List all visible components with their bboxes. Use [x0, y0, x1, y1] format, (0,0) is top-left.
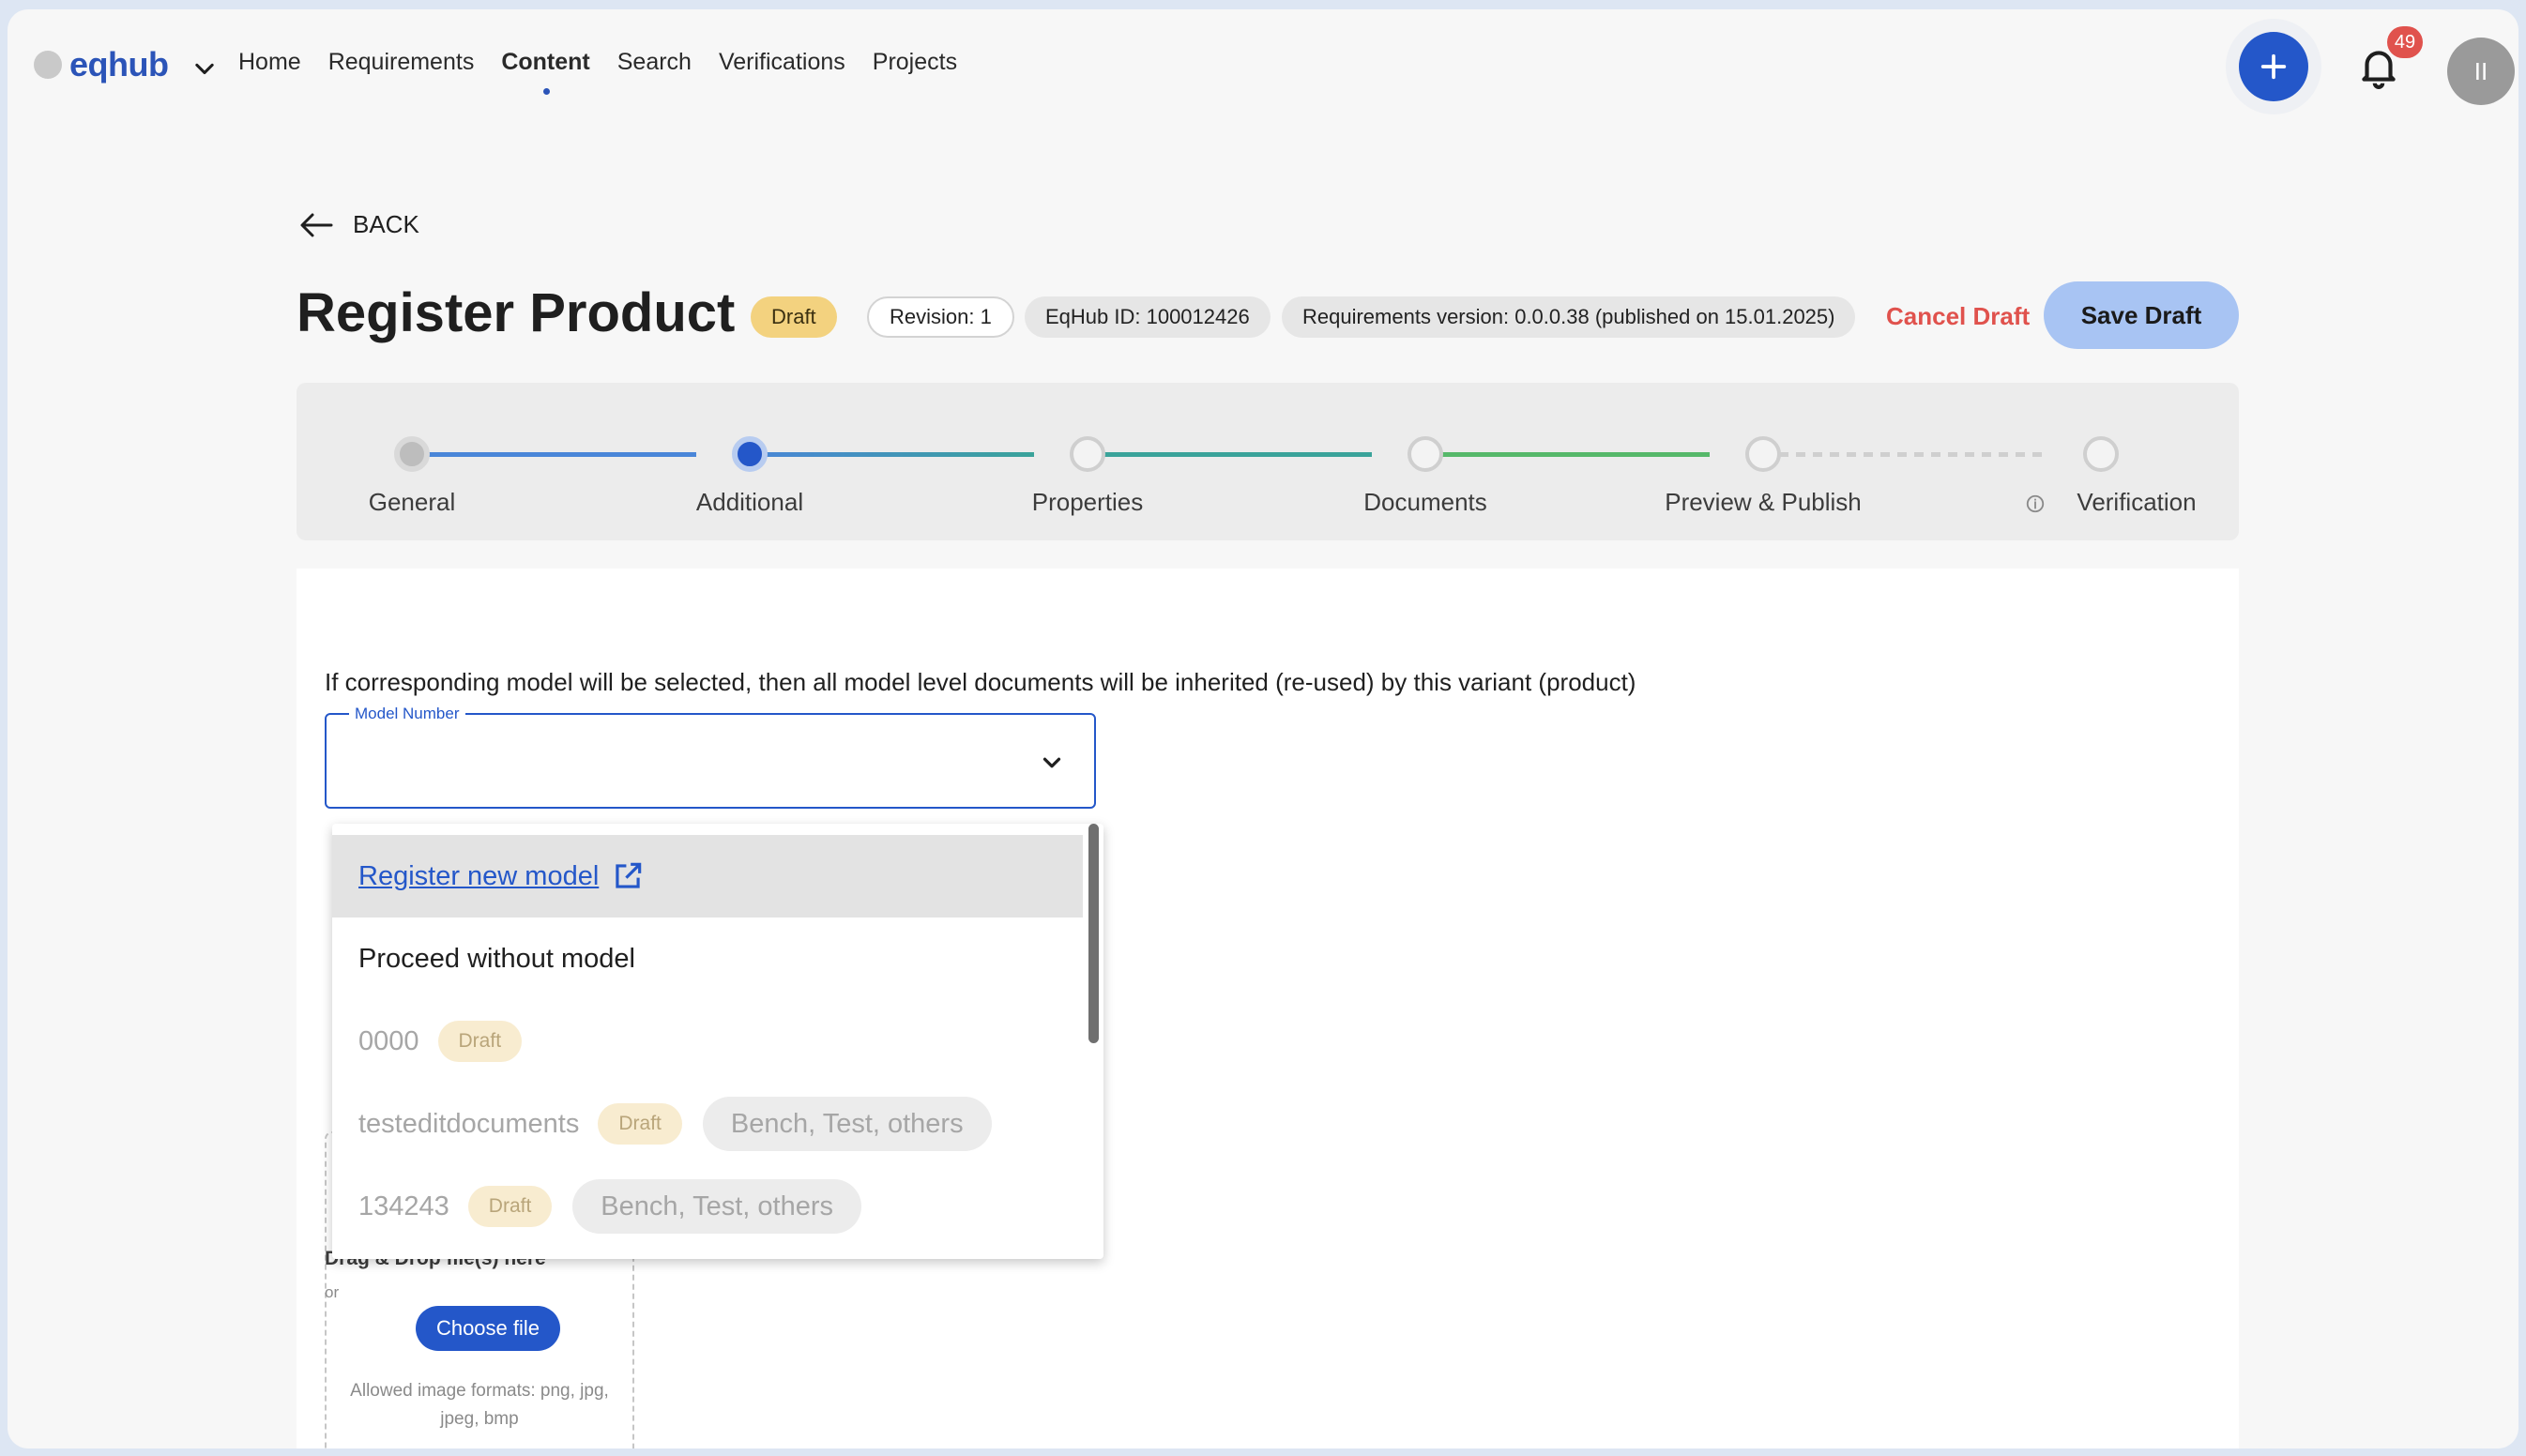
logo-text: eqhub [69, 45, 169, 83]
step-label-preview-publish[interactable]: Preview & Publish [1665, 488, 1862, 517]
dropzone-or: or [325, 1283, 340, 1301]
step-connector [1424, 452, 1710, 457]
model-option-status: Draft [598, 1103, 682, 1145]
plus-icon [2260, 53, 2287, 80]
step-connector [749, 452, 1034, 457]
model-option-name: 0000 [358, 1025, 419, 1056]
info-icon [2026, 494, 2045, 513]
nav-link-verifications[interactable]: Verifications [719, 49, 845, 76]
nav-link-content[interactable]: Content [501, 49, 590, 95]
step-additional-indicator[interactable] [732, 436, 768, 472]
step-label-general[interactable]: General [369, 488, 456, 517]
step-verification-indicator[interactable] [2083, 436, 2119, 472]
requirements-version-badge: Requirements version: 0.0.0.38 (publishe… [1282, 296, 1856, 338]
model-option[interactable]: 134243 Draft Bench, Test, others [332, 1165, 1083, 1248]
step-label-additional[interactable]: Additional [696, 488, 803, 517]
nav-link-requirements[interactable]: Requirements [328, 49, 475, 76]
step-documents-indicator[interactable] [1408, 436, 1443, 472]
proceed-without-model-option[interactable]: Proceed without model [332, 918, 1083, 1000]
step-label-properties[interactable]: Properties [1032, 488, 1144, 517]
dropdown-scrollbar[interactable] [1088, 824, 1099, 1043]
model-option-category: Bench, Test, others [572, 1179, 862, 1234]
register-new-model-link[interactable]: Register new model [358, 861, 599, 892]
revision-badge: Revision: 1 [867, 296, 1014, 338]
model-number-label: Model Number [349, 705, 465, 723]
step-preview-indicator[interactable] [1745, 436, 1781, 472]
model-option-name: testeditdocuments [358, 1108, 580, 1139]
model-option-category: Bench, Test, others [702, 1097, 992, 1151]
step-connector [411, 452, 696, 457]
status-badge: Draft [751, 296, 837, 338]
model-inheritance-info: If corresponding model will be selected,… [325, 668, 1636, 696]
model-option[interactable]: testeditdocuments Draft Bench, Test, oth… [332, 1083, 1083, 1165]
cancel-draft-button[interactable]: Cancel Draft [1886, 302, 2030, 331]
page-title: Register Product [297, 282, 736, 343]
model-option-status: Draft [437, 1021, 523, 1062]
model-number-select[interactable]: Model Number [325, 705, 1096, 809]
nav-link-home[interactable]: Home [238, 49, 301, 76]
step-properties-indicator[interactable] [1070, 436, 1105, 472]
progress-stepper: General Additional Properties Documents … [297, 383, 2239, 540]
chevron-down-icon[interactable] [191, 56, 218, 83]
model-option-status: Draft [467, 1186, 553, 1227]
choose-file-button[interactable]: Choose file [416, 1306, 560, 1351]
step-label-verification[interactable]: Verification [2077, 488, 2196, 517]
notification-badge: 49 [2387, 26, 2423, 58]
nav-links: Home Requirements Content Search Verific… [238, 49, 984, 95]
avatar[interactable]: II [2447, 38, 2515, 105]
logo[interactable]: eqhub [34, 45, 169, 84]
save-draft-button[interactable]: Save Draft [2044, 281, 2239, 349]
step-connector-pending [1762, 452, 2047, 457]
create-button[interactable] [2239, 32, 2308, 101]
proceed-without-model-label: Proceed without model [358, 943, 635, 974]
logo-mark-icon [34, 51, 62, 79]
model-dropdown-menu: Register new model Proceed without model… [332, 824, 1103, 1259]
allowed-formats-hint: Allowed image formats: png, jpg, jpeg, b… [350, 1381, 609, 1429]
arrow-left-icon [300, 213, 333, 236]
nav-link-projects[interactable]: Projects [873, 49, 957, 76]
back-label: BACK [353, 210, 419, 238]
app-window: eqhub Home Requirements Content Search V… [8, 9, 2518, 1448]
chevron-down-icon[interactable] [1038, 749, 1066, 777]
model-option[interactable]: 0000 Draft [332, 1000, 1083, 1083]
top-navigation: eqhub Home Requirements Content Search V… [8, 9, 2518, 122]
back-button[interactable]: BACK [298, 210, 419, 239]
step-general-indicator[interactable] [394, 436, 430, 472]
nav-link-search[interactable]: Search [617, 49, 692, 76]
step-connector [1087, 452, 1372, 457]
eqhub-id-badge: EqHub ID: 100012426 [1025, 296, 1271, 338]
model-option-name: 134243 [358, 1191, 449, 1221]
step-label-documents[interactable]: Documents [1363, 488, 1487, 517]
external-link-icon [616, 862, 642, 888]
register-new-model-option[interactable]: Register new model [332, 835, 1083, 918]
